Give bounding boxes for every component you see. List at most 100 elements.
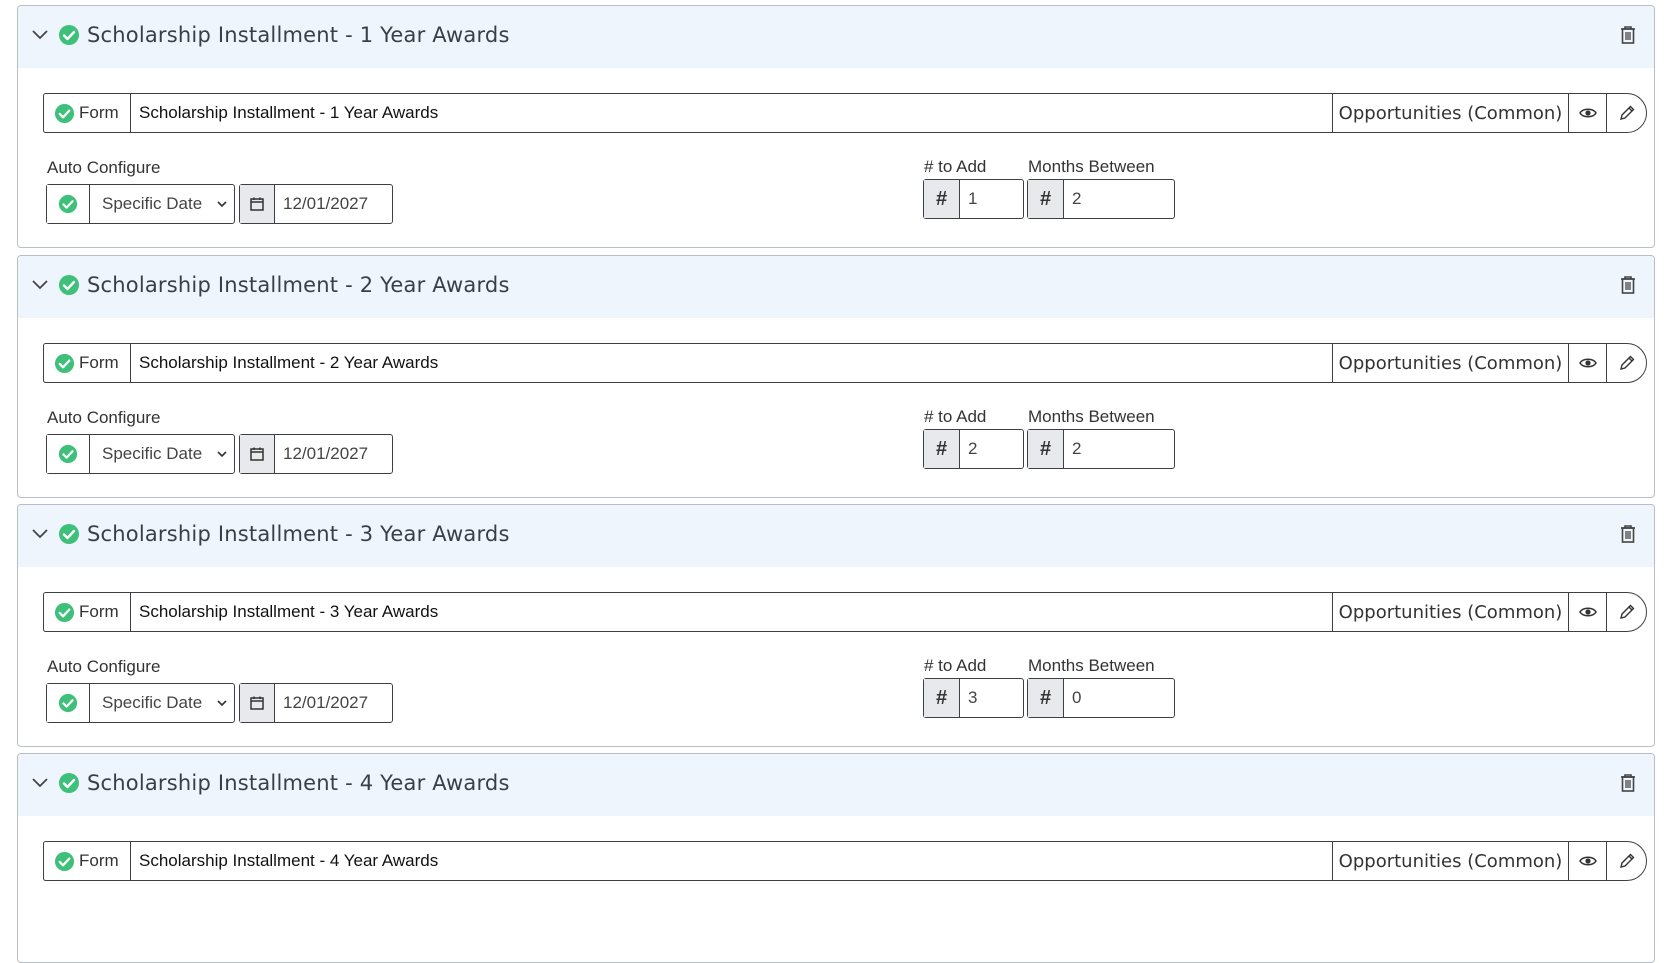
months-between-input[interactable]: 2 — [1064, 430, 1174, 468]
form-selector: Form Scholarship Installment - 1 Year Aw… — [43, 93, 1647, 133]
view-form-button[interactable] — [1568, 94, 1606, 132]
auto-configure-control: Specific Date — [46, 184, 235, 224]
form-tag-label: Form — [79, 851, 119, 870]
check-circle-icon — [59, 773, 79, 793]
months-between-input[interactable]: 2 — [1064, 180, 1174, 218]
num-to-add-control: # 1 — [923, 179, 1024, 219]
hash-icon: # — [924, 679, 960, 717]
num-to-add-control: # 3 — [923, 678, 1024, 718]
months-between-control: # 2 — [1027, 429, 1175, 469]
calendar-button[interactable] — [240, 435, 275, 473]
form-selector: Form Scholarship Installment - 3 Year Aw… — [43, 592, 1647, 632]
form-selector: Form Scholarship Installment - 4 Year Aw… — [43, 841, 1647, 881]
check-circle-icon — [54, 353, 75, 373]
date-input[interactable]: 12/01/2027 — [275, 435, 392, 473]
eye-icon — [1578, 108, 1597, 118]
auto-configure-select[interactable]: Specific Date — [90, 684, 234, 722]
trash-icon[interactable] — [1618, 523, 1638, 545]
hash-icon: # — [1028, 430, 1064, 468]
auto-configure-label: Auto Configure — [47, 408, 161, 427]
edit-form-button[interactable] — [1606, 842, 1646, 880]
months-between-control: # 0 — [1027, 678, 1175, 718]
form-name-field[interactable]: Scholarship Installment - 1 Year Awards — [131, 94, 1332, 132]
form-name-field[interactable]: Scholarship Installment - 4 Year Awards — [131, 842, 1332, 880]
panel-header[interactable]: Scholarship Installment - 4 Year Awards — [18, 754, 1654, 816]
installments-list: Scholarship Installment - 1 Year Awards … — [0, 0, 1665, 963]
auto-configure-toggle[interactable] — [47, 684, 90, 722]
chevron-down-icon — [217, 201, 227, 208]
auto-configure-select[interactable]: Specific Date — [90, 435, 234, 473]
date-picker: 12/01/2027 — [239, 434, 393, 474]
auto-configure-select[interactable]: Specific Date — [90, 185, 234, 223]
panel-title: Scholarship Installment - 2 Year Awards — [87, 273, 510, 297]
hash-icon: # — [924, 430, 960, 468]
months-between-label: Months Between — [1028, 656, 1155, 675]
edit-form-button[interactable] — [1606, 593, 1646, 631]
date-picker: 12/01/2027 — [239, 683, 393, 723]
trash-icon[interactable] — [1618, 274, 1638, 296]
check-circle-icon — [59, 275, 79, 295]
num-to-add-input[interactable]: 2 — [960, 430, 1023, 468]
form-selector: Form Scholarship Installment - 2 Year Aw… — [43, 343, 1647, 383]
installment-panel: Scholarship Installment - 3 Year Awards … — [17, 504, 1655, 747]
form-name-field[interactable]: Scholarship Installment - 3 Year Awards — [131, 593, 1332, 631]
panel-header[interactable]: Scholarship Installment - 3 Year Awards — [18, 505, 1654, 567]
eye-icon — [1578, 607, 1597, 617]
check-circle-icon — [54, 103, 75, 123]
view-form-button[interactable] — [1568, 344, 1606, 382]
check-circle-icon — [59, 25, 79, 45]
calendar-button[interactable] — [240, 185, 275, 223]
form-tag: Form — [44, 593, 131, 631]
months-between-label: Months Between — [1028, 157, 1155, 176]
chevron-down-icon[interactable] — [30, 24, 50, 44]
panel-header[interactable]: Scholarship Installment - 1 Year Awards — [18, 6, 1654, 68]
view-form-button[interactable] — [1568, 842, 1606, 880]
form-tag-label: Form — [79, 602, 119, 621]
auto-configure-control: Specific Date — [46, 434, 235, 474]
pencil-icon — [1619, 105, 1634, 120]
edit-form-button[interactable] — [1606, 94, 1646, 132]
chevron-down-icon[interactable] — [30, 772, 50, 792]
hash-icon: # — [1028, 180, 1064, 218]
form-tag: Form — [44, 344, 131, 382]
form-tag-label: Form — [79, 103, 119, 122]
auto-configure-label: Auto Configure — [47, 657, 161, 676]
calendar-button[interactable] — [240, 684, 275, 722]
form-category: Opportunities (Common) — [1332, 593, 1568, 631]
form-name-field[interactable]: Scholarship Installment - 2 Year Awards — [131, 344, 1332, 382]
auto-configure-label: Auto Configure — [47, 158, 161, 177]
trash-icon[interactable] — [1618, 772, 1638, 794]
date-input[interactable]: 12/01/2027 — [275, 185, 392, 223]
eye-icon — [1578, 856, 1597, 866]
installment-panel: Scholarship Installment - 1 Year Awards … — [17, 5, 1655, 248]
chevron-down-icon — [217, 451, 227, 458]
calendar-icon — [250, 197, 264, 211]
installment-panel: Scholarship Installment - 2 Year Awards … — [17, 255, 1655, 498]
form-category: Opportunities (Common) — [1332, 842, 1568, 880]
form-tag: Form — [44, 842, 131, 880]
date-input[interactable]: 12/01/2027 — [275, 684, 392, 722]
months-between-input[interactable]: 0 — [1064, 679, 1174, 717]
check-circle-icon — [58, 194, 78, 214]
auto-configure-value: Specific Date — [102, 693, 203, 712]
check-circle-icon — [58, 444, 78, 464]
panel-header[interactable]: Scholarship Installment - 2 Year Awards — [18, 256, 1654, 318]
edit-form-button[interactable] — [1606, 344, 1646, 382]
check-circle-icon — [58, 693, 78, 713]
num-to-add-input[interactable]: 1 — [960, 180, 1023, 218]
auto-configure-toggle[interactable] — [47, 185, 90, 223]
calendar-icon — [250, 696, 264, 710]
hash-icon: # — [1028, 679, 1064, 717]
num-to-add-input[interactable]: 3 — [960, 679, 1023, 717]
form-tag-label: Form — [79, 353, 119, 372]
chevron-down-icon[interactable] — [30, 274, 50, 294]
pencil-icon — [1619, 355, 1634, 370]
form-tag: Form — [44, 94, 131, 132]
panel-title: Scholarship Installment - 3 Year Awards — [87, 522, 510, 546]
trash-icon[interactable] — [1618, 24, 1638, 46]
num-to-add-label: # to Add — [924, 407, 987, 426]
auto-configure-toggle[interactable] — [47, 435, 90, 473]
view-form-button[interactable] — [1568, 593, 1606, 631]
form-category: Opportunities (Common) — [1332, 344, 1568, 382]
chevron-down-icon[interactable] — [30, 523, 50, 543]
